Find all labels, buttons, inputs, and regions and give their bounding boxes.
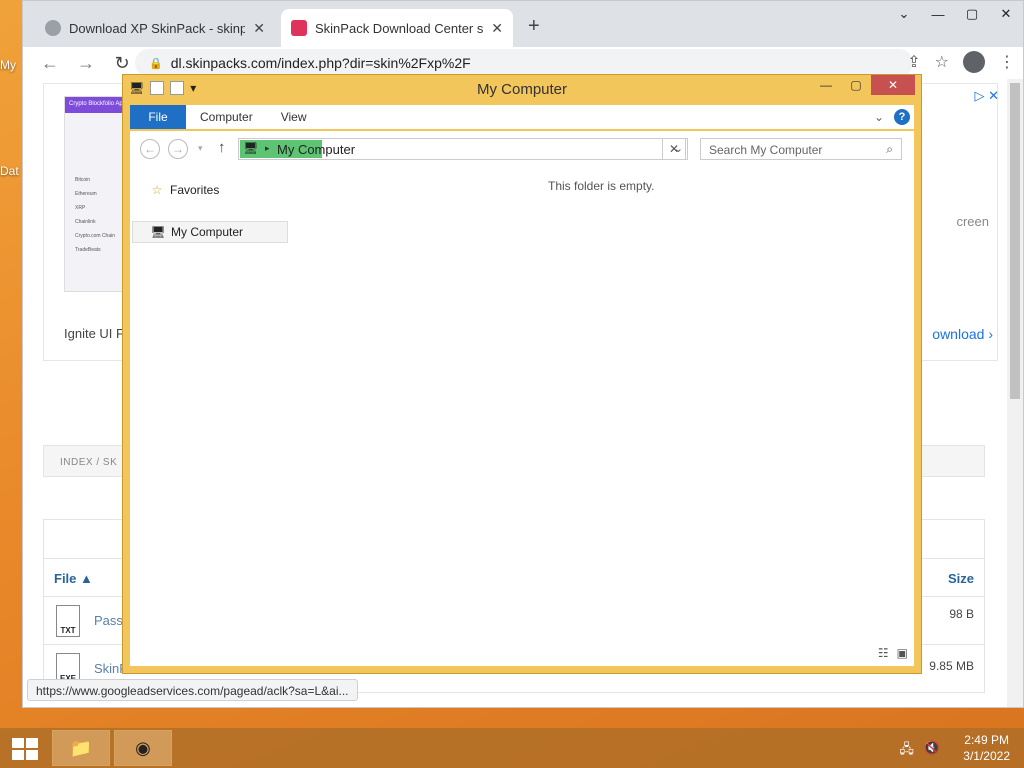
reload-icon[interactable]: ↻ (107, 53, 137, 74)
close-tab-icon[interactable]: ✕ (253, 20, 265, 37)
help-icon[interactable]: ? (894, 109, 910, 125)
start-button[interactable] (12, 738, 38, 760)
file-explorer-taskbar-icon[interactable]: 📁 (52, 730, 110, 766)
address-text: My Computer (277, 142, 356, 157)
txt-file-icon: TXT (56, 605, 80, 637)
scrollbar-thumb[interactable] (1010, 83, 1020, 399)
tab-computer[interactable]: Computer (186, 105, 267, 129)
forward-icon[interactable]: → (168, 139, 188, 159)
lock-icon[interactable]: 🔒 (149, 57, 163, 70)
page-scrollbar[interactable] (1007, 79, 1023, 707)
expand-ribbon-icon[interactable]: ⌄ (874, 110, 884, 124)
tab-favicon-icon (291, 20, 307, 36)
tab-title: SkinPack Download Center skin/ (315, 20, 484, 36)
address-url: dl.skinpacks.com/index.php?dir=skin%2Fxp… (170, 55, 471, 71)
view-buttons: ☷ ▣ (878, 646, 908, 660)
clear-address-icon[interactable]: ✕ (662, 138, 686, 160)
adchoices-icon[interactable]: ▷ ✕ (974, 88, 999, 104)
desktop-icon-label[interactable]: My (0, 58, 16, 72)
bookmark-star-icon[interactable]: ☆ (935, 52, 949, 72)
share-icon[interactable]: ⇪ (907, 52, 920, 72)
close-icon[interactable]: ✕ (871, 75, 915, 95)
nav-item-favorites[interactable]: ☆ Favorites (132, 179, 220, 201)
minimize-icon[interactable]: — (921, 3, 955, 25)
profile-avatar[interactable] (963, 51, 985, 73)
tab-title: Download XP SkinPack - skinpac (69, 20, 246, 36)
volume-muted-icon[interactable]: 🔇 (924, 740, 940, 762)
ad-description: creen (956, 214, 989, 229)
chrome-taskbar-icon[interactable]: ◉ (114, 730, 172, 766)
search-icon[interactable]: ⌕ (886, 142, 893, 157)
toolbar-actions: ⇪ ☆ ⋮ (907, 51, 1015, 73)
nav-label: My Computer (171, 225, 244, 239)
tab-favicon-icon (45, 20, 61, 36)
forward-icon[interactable]: → (71, 53, 101, 74)
maximize-icon[interactable]: ▢ (955, 3, 989, 25)
computer-icon: 🖥 (150, 225, 166, 239)
large-icons-view-icon[interactable]: ▣ (897, 646, 908, 660)
tab-file[interactable]: File (130, 105, 186, 129)
ribbon-right: ⌄ ? (874, 109, 910, 125)
explorer-titlebar[interactable]: 🖥 ▾ My Computer — ▢ ✕ (123, 75, 921, 103)
menu-dots-icon[interactable]: ⋮ (999, 52, 1015, 72)
ribbon-tabs: File Computer View ⌄ ? (130, 105, 914, 129)
file-size: 9.85 MB (929, 659, 974, 673)
clock-time: 2:49 PM (964, 733, 1009, 747)
link-status-bubble: https://www.googleadservices.com/pagead/… (27, 679, 358, 701)
address-bar[interactable]: 🖥 ▸ My Computer ⌄ (238, 138, 688, 160)
tab-strip: Download XP SkinPack - skinpac ✕ SkinPac… (23, 1, 1023, 47)
browser-window-controls: ⌄ — ▢ ✕ (887, 3, 1023, 25)
empty-folder-message: This folder is empty. (548, 179, 655, 193)
recent-locations-icon[interactable]: ▾ (198, 143, 203, 154)
search-input[interactable]: Search My Computer ⌕ (700, 138, 902, 160)
clock-date: 3/1/2022 (963, 749, 1010, 763)
close-icon[interactable]: ✕ (989, 3, 1023, 25)
search-placeholder: Search My Computer (709, 143, 823, 157)
column-header-file[interactable]: File ▲ (54, 571, 93, 586)
maximize-icon[interactable]: ▢ (841, 75, 871, 95)
back-icon[interactable]: ← (140, 139, 160, 159)
explorer-content: ← → ▾ ↑ 🖥 ▸ My Computer ⌄ ✕ Search My Co… (130, 131, 914, 666)
browser-tab-active[interactable]: SkinPack Download Center skin/ ✕ (281, 9, 513, 47)
column-header-size[interactable]: Size (948, 571, 974, 586)
window-title: My Computer (476, 81, 568, 98)
explorer-window: 🖥 ▾ My Computer — ▢ ✕ File Computer View… (122, 74, 922, 674)
system-tray: 🖧 🔇 (899, 740, 940, 762)
browser-tab[interactable]: Download XP SkinPack - skinpac ✕ (35, 9, 275, 47)
network-icon[interactable]: 🖧 (899, 740, 914, 762)
ad-download-link[interactable]: ownload › (932, 326, 993, 342)
address-row: ← → ▾ ↑ 🖥 ▸ My Computer ⌄ ✕ Search My Co… (130, 135, 914, 161)
taskbar: 📁 ◉ 🖧 🔇 2:49 PM 3/1/2022 (0, 728, 1024, 768)
file-size: 98 B (949, 607, 974, 621)
chevron-down-icon[interactable]: ⌄ (887, 3, 921, 25)
clock[interactable]: 2:49 PM 3/1/2022 (963, 732, 1010, 764)
breadcrumb-chevron-icon[interactable]: ▸ (265, 143, 270, 154)
minimize-icon[interactable]: — (811, 75, 841, 95)
nav-label: Favorites (170, 183, 220, 197)
nav-item-my-computer[interactable]: 🖥 My Computer (132, 221, 288, 243)
details-view-icon[interactable]: ☷ (878, 646, 889, 660)
new-tab-icon[interactable]: + (528, 15, 540, 38)
computer-icon: 🖥 (243, 141, 259, 155)
close-tab-icon[interactable]: ✕ (491, 20, 503, 37)
up-icon[interactable]: ↑ (218, 139, 226, 156)
star-icon: ☆ (151, 183, 163, 197)
tab-view[interactable]: View (267, 105, 321, 129)
ad-download-label: ownload (932, 326, 985, 342)
back-icon[interactable]: ← (35, 53, 65, 74)
navigation-pane: ☆ Favorites 🖥 My Computer (130, 171, 288, 666)
explorer-window-controls: — ▢ ✕ (811, 75, 915, 95)
desktop-icon-label[interactable]: Dat (0, 164, 19, 178)
address-bar[interactable]: 🔒 dl.skinpacks.com/index.php?dir=skin%2F… (135, 49, 913, 77)
